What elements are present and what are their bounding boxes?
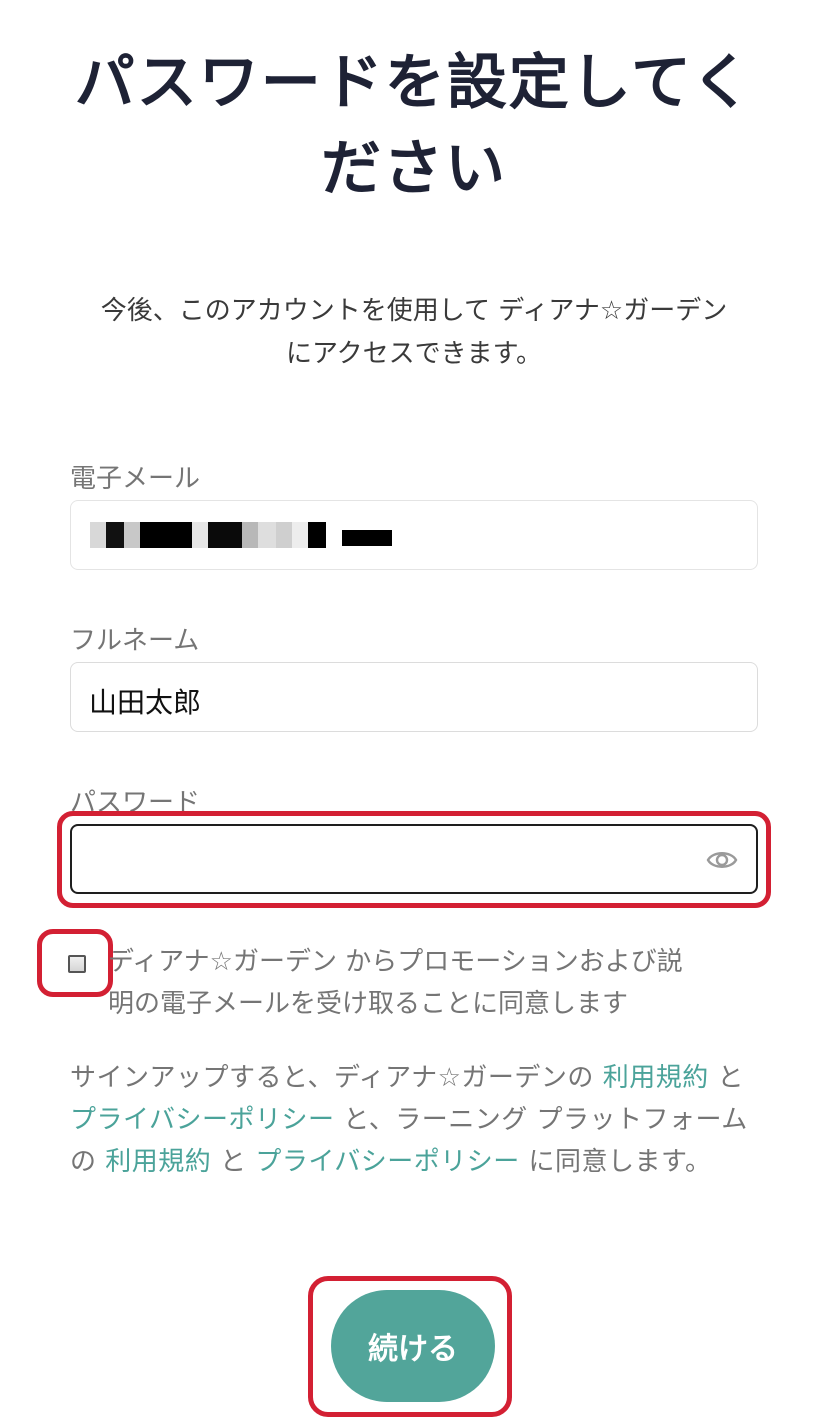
fullname-label: フルネーム (70, 626, 200, 656)
continue-button[interactable]: 続ける (331, 1290, 495, 1402)
platform-terms-link[interactable]: 利用規約 (105, 1147, 211, 1177)
legal-text: と (211, 1147, 256, 1177)
email-label: 電子メール (70, 464, 201, 494)
promo-consent-text: ディアナ☆ガーデン からプロモーションおよび説 明の電子メールを受け取ることに同… (108, 941, 768, 1025)
consent-line1: ディアナ☆ガーデン からプロモーションおよび説 (108, 947, 683, 977)
fullname-value: 山田太郎 (89, 686, 202, 719)
legal-text: と (708, 1063, 744, 1093)
eye-icon[interactable] (706, 848, 738, 872)
privacy-link[interactable]: プライバシーポリシー (70, 1105, 334, 1135)
legal-notice: サインアップすると、ディアナ☆ガーデンの 利用規約 と プライバシーポリシー と… (70, 1057, 760, 1183)
page-title-line2: ださい (321, 134, 507, 204)
intro-line2: にアクセスできます。 (285, 339, 543, 369)
page-title-line1: パスワードを設定してく (74, 48, 754, 118)
platform-privacy-link[interactable]: プライバシーポリシー (255, 1147, 519, 1177)
intro-line1: 今後、このアカウントを使用して ディアナ☆ガーデン (100, 296, 728, 326)
promo-consent-checkbox[interactable] (68, 955, 86, 973)
consent-line2: 明の電子メールを受け取ることに同意します (108, 989, 629, 1019)
signup-page: パスワードを設定してく ださい 今後、このアカウントを使用して ディアナ☆ガーデ… (0, 0, 828, 1428)
password-field[interactable] (70, 824, 758, 894)
password-label: パスワード (70, 788, 201, 818)
intro-text: 今後、このアカウントを使用して ディアナ☆ガーデン にアクセスできます。 (60, 290, 768, 376)
page-title: パスワードを設定してく ださい (40, 40, 788, 212)
legal-text: に同意します。 (519, 1147, 712, 1177)
legal-text: サインアップすると、ディアナ☆ガーデンの (70, 1063, 603, 1093)
terms-link[interactable]: 利用規約 (603, 1063, 709, 1093)
fullname-field[interactable]: 山田太郎 (70, 662, 758, 732)
